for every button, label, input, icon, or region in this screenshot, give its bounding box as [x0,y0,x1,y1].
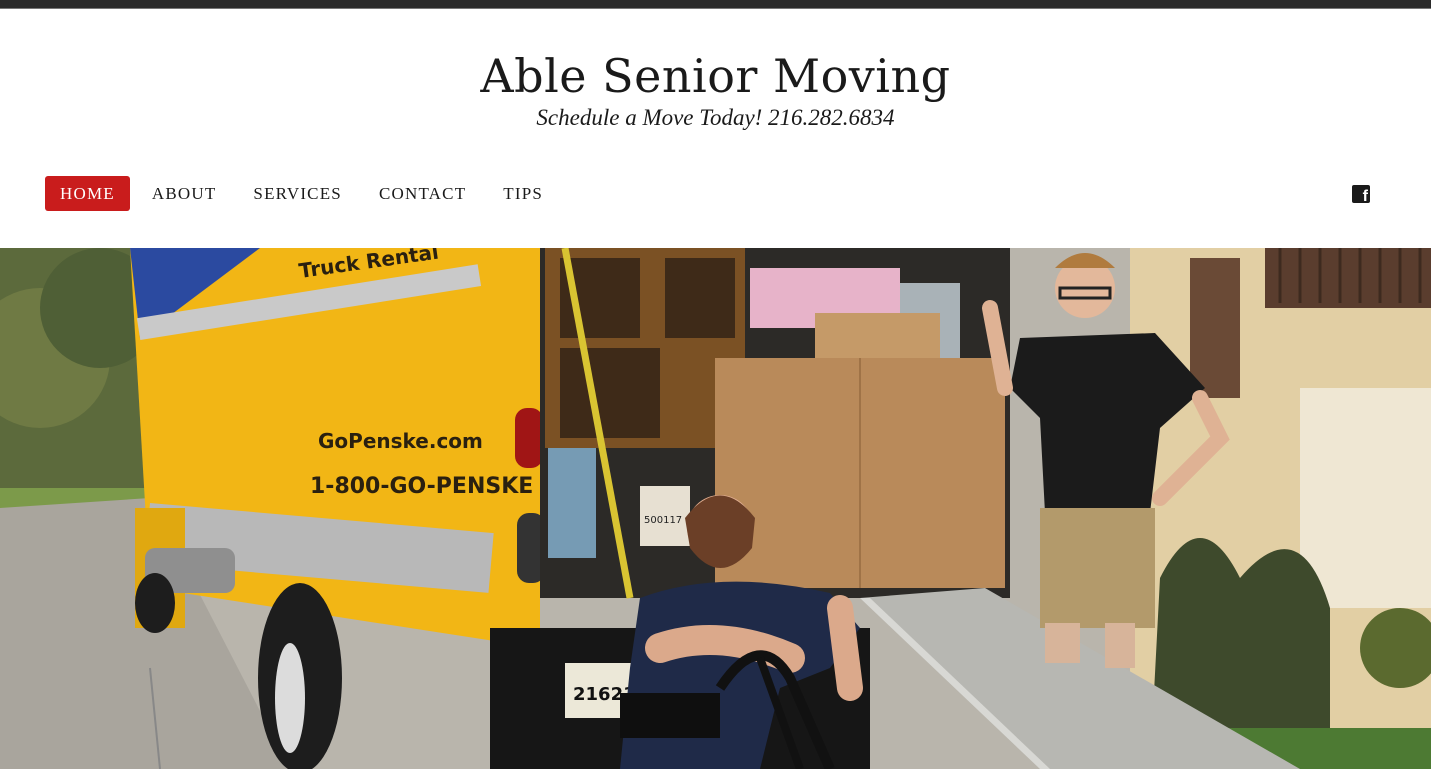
nav-contact[interactable]: CONTACT [364,176,481,211]
primary-nav: HOME ABOUT SERVICES CONTACT TIPS [45,176,565,211]
nav-about[interactable]: ABOUT [137,176,232,211]
truck-website-text: GoPenske.com [318,429,483,453]
truck-phone-text: 1-800-GO-PENSKE [310,474,533,499]
hero-image: Truck Rental GoPenske.com 1-800-GO-PENSK… [0,248,1431,769]
facebook-icon[interactable]: f [1352,185,1370,203]
site-title[interactable]: Able Senior Moving [0,46,1431,106]
top-border [0,0,1431,9]
site-tagline: Schedule a Move Today! 216.282.6834 [536,105,895,130]
nav-tips[interactable]: TIPS [488,176,558,211]
nav-home[interactable]: HOME [45,176,130,211]
box-label-text: 500117 [644,515,682,526]
nav-services[interactable]: SERVICES [238,176,357,211]
